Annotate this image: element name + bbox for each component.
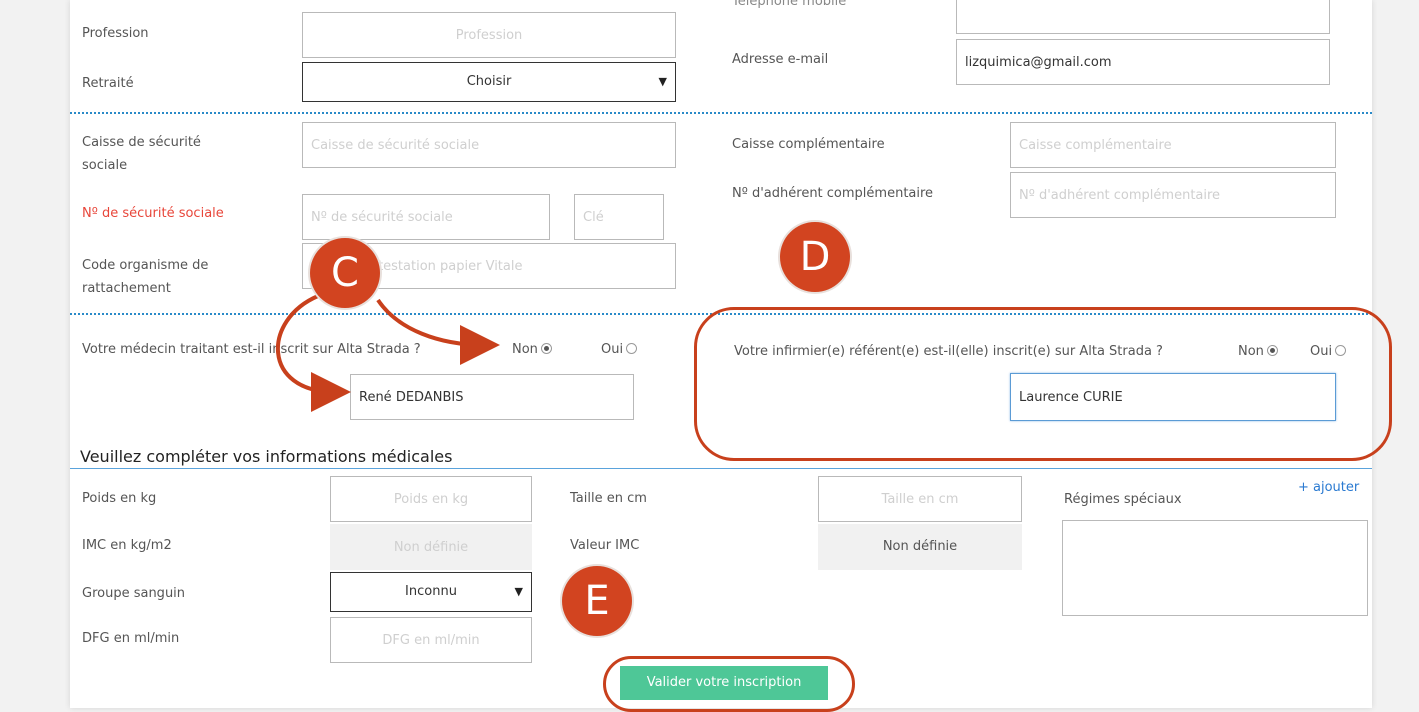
callout-arrows xyxy=(275,294,500,412)
callout-badge-c: C xyxy=(310,238,380,308)
arrow-to-doctor-name xyxy=(275,294,351,412)
arrow-to-radio xyxy=(376,298,500,365)
callout-badge-d: D xyxy=(780,222,850,292)
callout-badge-e: E xyxy=(562,566,632,636)
